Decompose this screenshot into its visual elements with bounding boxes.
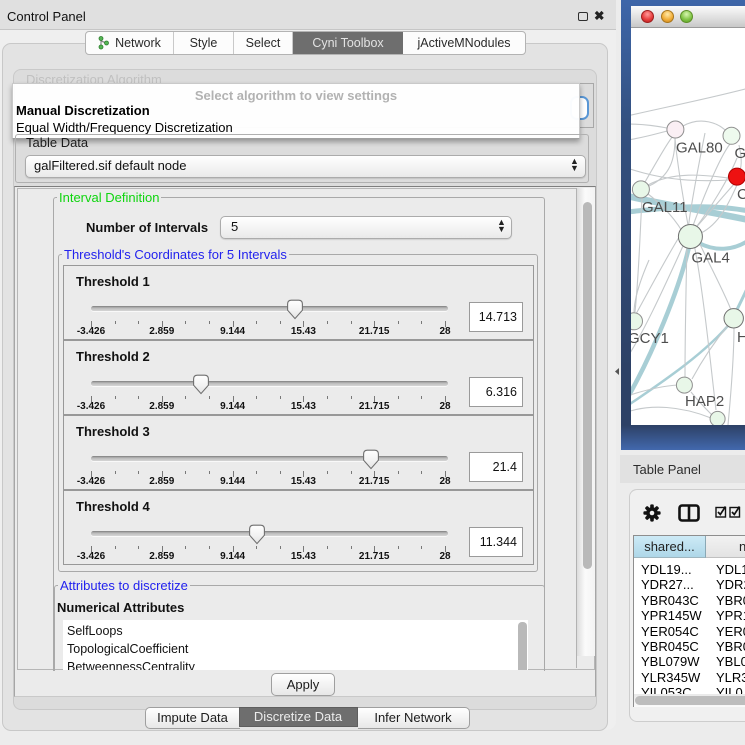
svg-text:GAL11: GAL11 xyxy=(642,199,688,216)
svg-text:GAL4: GAL4 xyxy=(692,250,730,267)
svg-text:C: C xyxy=(737,186,745,203)
svg-text:GCY1: GCY1 xyxy=(631,330,669,347)
svg-text:GAL80: GAL80 xyxy=(676,140,723,157)
svg-text:G.: G. xyxy=(735,145,745,162)
svg-text:H: H xyxy=(737,329,745,346)
svg-text:HAP2: HAP2 xyxy=(685,393,724,410)
